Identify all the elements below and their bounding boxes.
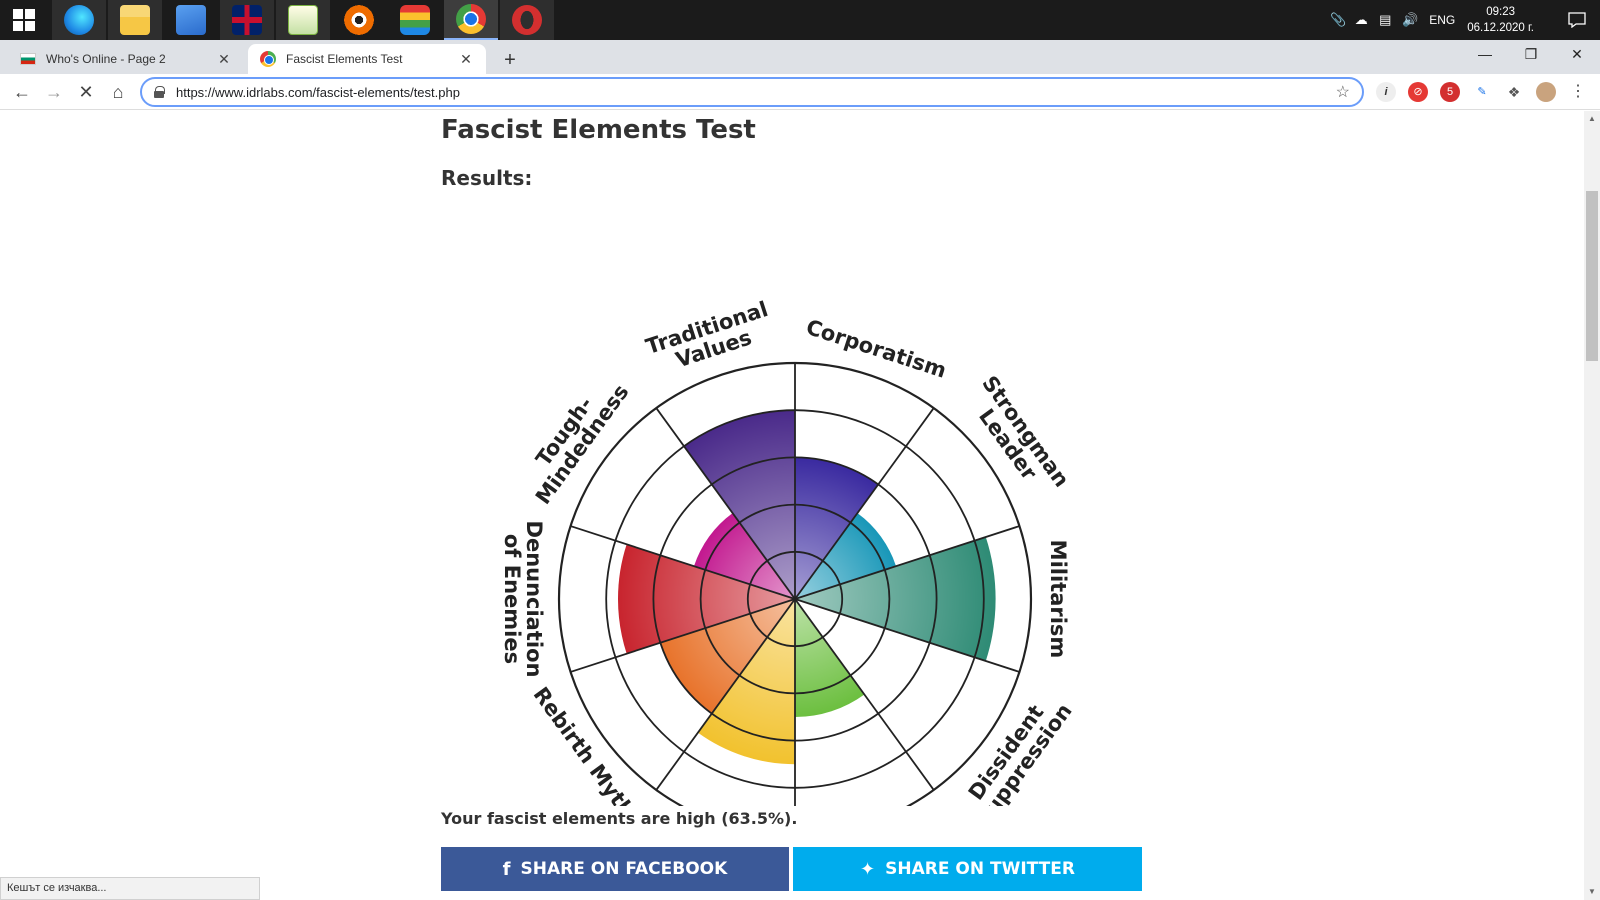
tab-title: Fascist Elements Test xyxy=(286,52,403,66)
extension-badge: 5 xyxy=(1446,86,1454,98)
close-window-button[interactable]: ✕ xyxy=(1554,40,1600,68)
notepad-icon xyxy=(288,5,318,35)
share-twitter-button[interactable]: ✦ SHARE ON TWITTER xyxy=(793,847,1142,891)
attachment-icon[interactable]: 📎 xyxy=(1330,13,1346,27)
clock-date: 06.12.2020 г. xyxy=(1467,22,1534,34)
menu-kebab-icon[interactable]: ⋮ xyxy=(1568,82,1588,102)
info-extension-icon[interactable]: i xyxy=(1376,82,1396,102)
cloud-icon[interactable]: ☁ xyxy=(1354,13,1368,27)
address-bar[interactable]: https://www.idrlabs.com/fascist-elements… xyxy=(140,77,1364,107)
tab-fascist-elements-test[interactable]: Fascist Elements Test ✕ xyxy=(248,44,486,74)
network-icon[interactable]: ▤ xyxy=(1378,13,1392,27)
scroll-up-arrow[interactable]: ▲ xyxy=(1584,111,1600,127)
scroll-thumb[interactable] xyxy=(1586,191,1598,361)
chart-category-label: of Enemies xyxy=(500,534,524,664)
stacks-icon xyxy=(400,5,430,35)
notification-icon xyxy=(1568,12,1586,28)
taskbar-notepad[interactable] xyxy=(276,0,330,40)
uk-flag-icon xyxy=(232,5,262,35)
forward-button[interactable]: → xyxy=(40,78,68,106)
close-tab-icon[interactable]: ✕ xyxy=(458,51,474,67)
block-extension-icon[interactable]: ⊘ xyxy=(1408,82,1428,102)
taskbar-uk-flag[interactable] xyxy=(220,0,274,40)
close-tab-icon[interactable]: ✕ xyxy=(216,51,232,67)
status-bubble: Кешът се изчаква... xyxy=(0,877,260,900)
browser-toolbar: ← → ✕ ⌂ https://www.idrlabs.com/fascist-… xyxy=(0,74,1600,110)
system-tray: 📎 ☁ ▤ 🔊 ENG 09:23 06.12.2020 г. xyxy=(1325,0,1600,40)
url-text[interactable]: https://www.idrlabs.com/fascist-elements… xyxy=(176,85,1336,100)
back-button[interactable]: ← xyxy=(8,78,36,106)
home-button[interactable]: ⌂ xyxy=(104,78,132,106)
tab-title: Who's Online - Page 2 xyxy=(46,52,166,66)
clock-time: 09:23 xyxy=(1486,6,1516,18)
folder-icon xyxy=(120,5,150,35)
scroll-down-arrow[interactable]: ▼ xyxy=(1584,884,1600,900)
windows-taskbar: 📎 ☁ ▤ 🔊 ENG 09:23 06.12.2020 г. xyxy=(0,0,1600,40)
language-indicator[interactable]: ENG xyxy=(1429,13,1455,27)
edge-icon xyxy=(64,5,94,35)
chart-category-label: Rebirth Myth xyxy=(529,683,639,806)
share-facebook-button[interactable]: f SHARE ON FACEBOOK xyxy=(441,847,789,891)
page-content: Fascist Elements Test Results: Corporati… xyxy=(0,111,1584,900)
site-favicon xyxy=(260,51,276,67)
taskbar-chrome[interactable] xyxy=(444,0,498,40)
lock-icon[interactable] xyxy=(154,86,165,98)
restore-button[interactable]: ❐ xyxy=(1508,40,1554,68)
results-label: Results: xyxy=(441,166,533,190)
chart-category-label: Corporatism xyxy=(803,315,949,383)
mail-icon xyxy=(176,5,206,35)
results-polar-chart: CorporatismStrongmanLeaderMilitarismDiss… xyxy=(500,297,1077,806)
share-twitter-label: SHARE ON TWITTER xyxy=(885,859,1075,879)
page-title: Fascist Elements Test xyxy=(441,115,756,145)
notification-button[interactable] xyxy=(1554,0,1600,40)
taskbar-edge[interactable] xyxy=(52,0,106,40)
tab-whos-online[interactable]: Who's Online - Page 2 ✕ xyxy=(8,44,244,74)
minimize-button[interactable]: — xyxy=(1462,40,1508,68)
bulgaria-flag-icon xyxy=(20,53,36,65)
tab-strip: Who's Online - Page 2 ✕ Fascist Elements… xyxy=(0,40,1600,74)
taskbar-file-explorer[interactable] xyxy=(108,0,162,40)
taskbar-mail[interactable] xyxy=(164,0,218,40)
new-tab-button[interactable]: + xyxy=(496,46,524,74)
edit-extension-icon[interactable]: ✎ xyxy=(1472,82,1492,102)
extensions-puzzle-icon[interactable]: ❖ xyxy=(1504,82,1524,102)
clock[interactable]: 09:23 06.12.2020 г. xyxy=(1467,4,1534,36)
chrome-icon xyxy=(456,4,486,34)
eye-icon xyxy=(344,5,374,35)
start-button[interactable] xyxy=(0,0,48,40)
bookmark-star-icon[interactable]: ☆ xyxy=(1336,82,1350,102)
chart-category-label: Militarism xyxy=(1046,540,1070,659)
share-facebook-label: SHARE ON FACEBOOK xyxy=(520,859,728,879)
facebook-icon: f xyxy=(502,858,511,880)
windows-icon xyxy=(13,9,35,31)
chart-category-label: Denunciation xyxy=(522,521,546,678)
twitter-icon: ✦ xyxy=(860,858,876,880)
taskbar-xnview[interactable] xyxy=(332,0,386,40)
opera-icon xyxy=(512,5,542,35)
stop-loading-button[interactable]: ✕ xyxy=(72,78,100,106)
opera-extension-icon[interactable]: 5 xyxy=(1440,82,1460,102)
vertical-scrollbar[interactable]: ▲ ▼ xyxy=(1584,111,1600,900)
profile-avatar[interactable] xyxy=(1536,82,1556,102)
result-summary: Your fascist elements are high (63.5%). xyxy=(441,809,798,828)
volume-icon[interactable]: 🔊 xyxy=(1402,13,1418,27)
taskbar-opera[interactable] xyxy=(500,0,554,40)
taskbar-stacks[interactable] xyxy=(388,0,442,40)
